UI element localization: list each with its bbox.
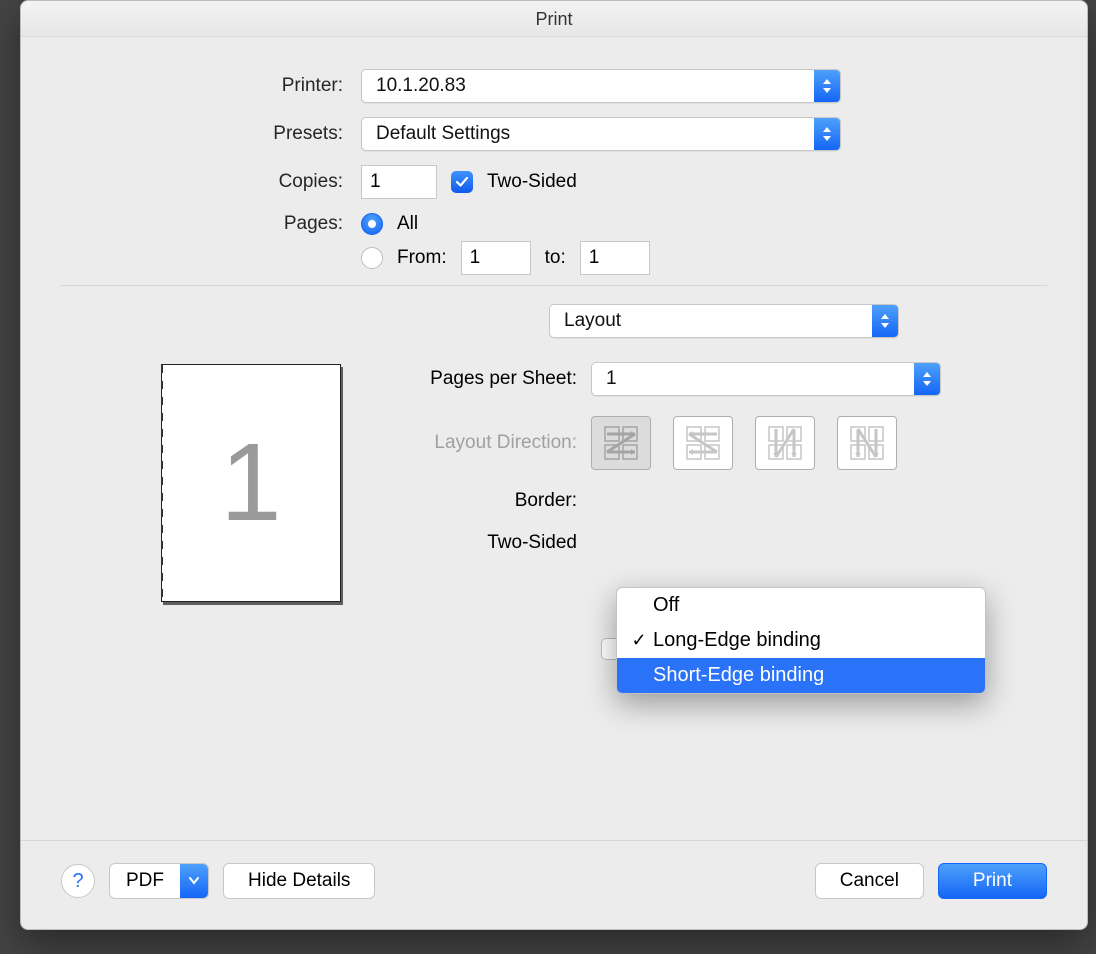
printer-select[interactable]: 10.1.20.83 [361,69,841,103]
pages-to-label: to: [545,247,566,269]
check-icon: ✓ [625,630,653,651]
section-value: Layout [564,310,872,332]
pps-value: 1 [606,368,914,390]
chevrons-icon [814,118,840,150]
preview-page-number: 1 [220,428,281,538]
pages-per-sheet-select[interactable]: 1 [591,362,941,396]
layout-direction-n1-icon[interactable] [755,416,815,470]
layout-direction-z-icon[interactable] [591,416,651,470]
two-sided-label: Two-Sided [487,171,577,193]
printer-value: 10.1.20.83 [376,75,814,97]
presets-label: Presets: [61,123,361,145]
section-select[interactable]: Layout [549,304,899,338]
two-sided-select-label: Two-Sided [381,532,591,554]
pages-range-radio[interactable] [361,247,383,269]
menu-item-long-edge[interactable]: ✓Long-Edge binding [617,623,985,658]
menu-item-short-edge[interactable]: Short-Edge binding [617,658,985,693]
two-sided-checkbox[interactable] [451,171,473,193]
chevrons-icon [914,363,940,395]
chevron-down-icon [180,864,208,898]
pages-from-label: From: [397,247,447,269]
copies-label: Copies: [61,171,361,193]
chevrons-icon [814,70,840,102]
print-dialog: Print Printer: 10.1.20.83 Presets: [20,0,1088,930]
hide-details-button[interactable]: Hide Details [223,863,375,899]
printer-label: Printer: [61,75,361,97]
divider [61,285,1047,286]
pdf-button[interactable]: PDF [109,863,209,899]
pdf-button-label: PDF [110,870,180,892]
pages-all-label: All [397,213,418,235]
menu-item-off[interactable]: Off [617,588,985,623]
presets-select[interactable]: Default Settings [361,117,841,151]
chevrons-icon [872,305,898,337]
help-button[interactable]: ? [61,864,95,898]
layout-direction-label: Layout Direction: [381,432,591,454]
pages-from-input[interactable] [461,241,531,275]
cancel-button[interactable]: Cancel [815,863,924,899]
page-preview: 1 [161,364,341,602]
copies-input[interactable] [361,165,437,199]
layout-direction-n2-icon[interactable] [837,416,897,470]
pages-to-input[interactable] [580,241,650,275]
print-button[interactable]: Print [938,863,1047,899]
two-sided-menu[interactable]: Off ✓Long-Edge binding Short-Edge bindin… [616,587,986,694]
border-label: Border: [381,490,591,512]
pages-all-radio[interactable] [361,213,383,235]
layout-direction-s-icon[interactable] [673,416,733,470]
dialog-title: Print [21,1,1087,37]
pps-label: Pages per Sheet: [381,368,591,390]
presets-value: Default Settings [376,123,814,145]
pages-label: Pages: [61,213,361,235]
